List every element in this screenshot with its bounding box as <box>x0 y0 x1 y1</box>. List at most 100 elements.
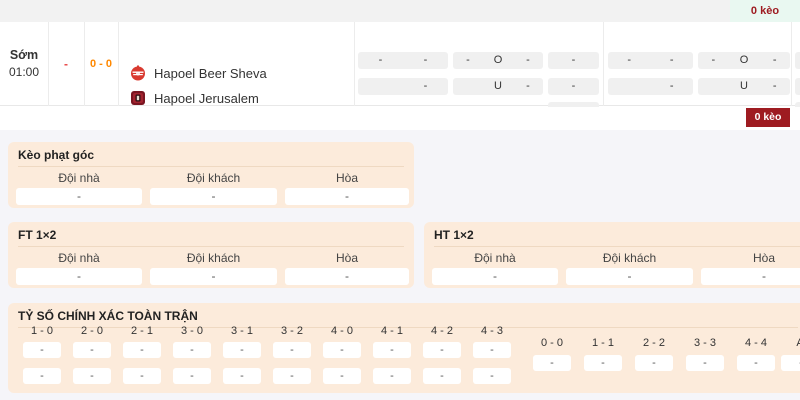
odds-box-ht-ou-under[interactable]: U - <box>698 78 790 95</box>
draw-score-odds-cell[interactable]: - <box>737 355 775 371</box>
score-odds-cell[interactable]: - <box>273 342 311 358</box>
score-column: 3 - 2 <box>272 325 312 338</box>
ft-away-odds[interactable]: - <box>150 268 277 285</box>
score-odds-cell[interactable]: - <box>423 368 461 384</box>
score-odds-cell[interactable]: - <box>373 342 411 358</box>
score-odds-cell[interactable]: - <box>123 342 161 358</box>
corner-home-odds[interactable]: - <box>16 188 142 205</box>
score-odds-cell[interactable]: - <box>373 368 411 384</box>
score-odds-cell[interactable]: - <box>323 368 361 384</box>
odds-value: - <box>526 54 530 66</box>
score-header: A <box>780 337 800 350</box>
draw-score-odds-cell[interactable]: - <box>533 355 571 371</box>
home-team-name: Hapoel Beer Sheva <box>154 65 267 81</box>
score-odds-cell[interactable]: - <box>323 342 361 358</box>
score-odds-cell[interactable]: - <box>23 368 61 384</box>
section-title: Kèo phạt góc <box>18 148 95 162</box>
ft-home-odds[interactable]: - <box>16 268 142 285</box>
score-odds-cell[interactable]: - <box>73 368 111 384</box>
odds-count-badge[interactable]: 0 kèo <box>730 0 800 22</box>
score-column: 4 - 0 <box>322 325 362 338</box>
home-column-header: Đội nhà <box>58 171 100 185</box>
ht-away-odds[interactable]: - <box>566 268 693 285</box>
score-odds-cell[interactable]: - <box>473 368 511 384</box>
draw-score-odds-cell[interactable]: - <box>584 355 622 371</box>
odds-box-ft-hdp-row2[interactable]: - <box>358 78 448 95</box>
early-label: Sớm <box>9 48 39 62</box>
ht-1x2-grid: Đội nhà Đội khách Hòa - - - <box>424 247 800 285</box>
match-status: - <box>64 57 68 71</box>
draw-score-odds-cell[interactable]: - <box>686 355 724 371</box>
draw-score-odds-cell[interactable]: - <box>635 355 673 371</box>
odds-box-ht-1x2-away[interactable] <box>795 78 800 95</box>
score-odds-cell[interactable]: - <box>423 342 461 358</box>
away-column-header: Đội khách <box>186 251 241 265</box>
draw-score-column: 2 - 2 <box>634 337 674 350</box>
over-label: O <box>739 54 749 66</box>
home-team-row[interactable]: Hapoel Beer Sheva <box>130 64 267 82</box>
match-score: 0 - 0 <box>89 58 112 70</box>
draw-score-column: 3 - 3 <box>685 337 725 350</box>
score-odds-cell[interactable]: - <box>73 342 111 358</box>
over-label: O <box>493 54 503 66</box>
odds-value: - <box>669 80 674 92</box>
section-title: FT 1×2 <box>18 228 57 242</box>
score-header: 2 - 1 <box>130 325 153 337</box>
corner-draw-odds[interactable]: - <box>285 188 409 205</box>
odds-box-ht-1x2-home[interactable] <box>795 52 800 69</box>
odds-count-button[interactable]: 0 kèo <box>746 108 790 127</box>
score-column: 2 - 1 <box>122 325 162 338</box>
exact-score-section: TỶ SỐ CHÍNH XÁC TOÀN TRẬN 1 - 0 2 - 0 2 … <box>8 303 800 393</box>
ht-draw-odds[interactable]: - <box>701 268 800 285</box>
score-odds-cell[interactable]: - <box>173 342 211 358</box>
match-time-cell: Sớm 01:00 <box>0 22 48 106</box>
column-divider <box>791 22 792 106</box>
odds-box-ft-hdp-row1[interactable]: - - <box>358 52 448 69</box>
odds-box-ht-ou-over[interactable]: - O - <box>698 52 790 69</box>
score-odds-cell[interactable]: - <box>123 368 161 384</box>
score-header: 3 - 1 <box>230 325 253 337</box>
away-team-logo-icon <box>131 91 145 105</box>
column-divider <box>354 22 355 106</box>
score-odds-cell[interactable]: - <box>473 342 511 358</box>
odds-box-ft-1x2-away[interactable]: - <box>548 78 599 95</box>
ht-1x2-section: HT 1×2 Đội nhà Đội khách Hòa - - - <box>424 222 800 288</box>
score-odds-cell[interactable]: - <box>223 368 261 384</box>
score-odds-cell[interactable]: - <box>273 368 311 384</box>
column-divider <box>603 22 604 106</box>
score-header: 4 - 3 <box>480 325 503 337</box>
odds-value: - <box>423 54 428 66</box>
corner-away-odds[interactable]: - <box>150 188 277 205</box>
odds-box-ft-1x2-home[interactable]: - <box>548 52 599 69</box>
kickoff-time: 01:00 <box>8 65 40 79</box>
score-odds-cell[interactable]: - <box>223 342 261 358</box>
odds-box-ft-ou-over[interactable]: - O - <box>453 52 543 69</box>
top-bar <box>0 0 800 22</box>
score-header: 3 - 0 <box>180 325 203 337</box>
ft-1x2-section: FT 1×2 Đội nhà Đội khách Hòa - - - <box>8 222 414 288</box>
away-team-row[interactable]: Hapoel Jerusalem <box>130 89 259 107</box>
score-header: 2 - 0 <box>80 325 103 337</box>
home-team-logo-icon <box>131 65 145 81</box>
odds-value: - <box>526 80 530 92</box>
odds-value: - <box>627 54 632 66</box>
odds-box-ft-ou-under[interactable]: U - <box>453 78 543 95</box>
score-odds-cell[interactable]: - <box>173 368 211 384</box>
odds-value: - <box>378 54 383 66</box>
score-column: 3 - 1 <box>222 325 262 338</box>
draw-score-odds-cell[interactable]: - <box>781 355 800 371</box>
score-column: 1 - 0 <box>22 325 62 338</box>
score-odds-cell[interactable]: - <box>23 342 61 358</box>
ft-draw-odds[interactable]: - <box>285 268 409 285</box>
draw-column-header: Hòa <box>335 171 358 185</box>
odds-box-ht-hdp-row1[interactable]: - - <box>608 52 693 69</box>
score-header: 4 - 4 <box>744 337 767 349</box>
ht-home-odds[interactable]: - <box>432 268 558 285</box>
under-label: U <box>494 80 502 92</box>
score-header: 4 - 1 <box>380 325 403 337</box>
betting-odds-page: 0 kèo Sớm 01:00 - 0 - 0 Hapoel Beer Shev… <box>0 0 800 400</box>
odds-value: - <box>711 54 716 66</box>
odds-box-ht-hdp-row2[interactable]: - <box>608 78 693 95</box>
odds-value: - <box>669 54 674 66</box>
score-header: 4 - 2 <box>430 325 453 337</box>
